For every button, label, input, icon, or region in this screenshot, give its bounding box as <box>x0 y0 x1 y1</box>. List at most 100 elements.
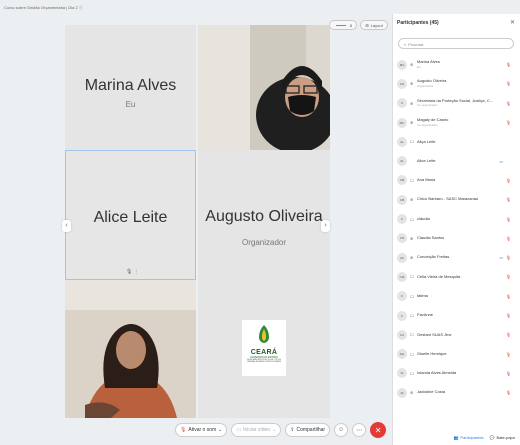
next-page-arrow[interactable]: › <box>321 220 330 232</box>
layout-grid-icon: ⊞ <box>365 22 369 28</box>
start-video-button[interactable]: ▭ Iniciar vídeo ⌄ <box>231 423 282 437</box>
participant-role: Eu <box>417 64 421 69</box>
zoom-slider-icon <box>336 25 346 26</box>
device-icon: ☐ <box>410 139 414 145</box>
tile-subtitle: Organizador <box>241 238 287 247</box>
video-tile-marina[interactable]: Marina Alves Eu <box>65 25 196 157</box>
mic-muted-icon: 🎙 <box>505 197 511 203</box>
device-icon: ⊕ <box>410 100 414 106</box>
mic-muted-icon: 🎙 <box>180 427 187 433</box>
logo-subtitle: GOVERNO DO ESTADO <box>249 356 278 359</box>
video-on-icon: ▭ <box>499 158 503 164</box>
participant-name: Célia Vieira de Mesquita <box>417 273 461 279</box>
participant-row[interactable]: MA ⊕ Marina Alves Eu 🎙 <box>397 55 517 74</box>
ceara-logo: CEARÁ GOVERNO DO ESTADO SECRETARIA DA PR… <box>242 320 286 376</box>
leave-meeting-button[interactable]: ✕ <box>370 422 387 438</box>
participant-name: Aliça Leite <box>417 138 436 144</box>
participant-row[interactable]: AL Alice Leite ▭ <box>397 151 517 170</box>
chat-icon: 💬 <box>489 434 495 440</box>
video-icon: ▭ <box>236 427 242 433</box>
participant-info: Aliça Leite <box>417 138 436 145</box>
zoom-value: 8 <box>349 23 352 28</box>
share-button[interactable]: ⇪ Compartilhar <box>285 423 331 437</box>
participant-row[interactable]: CF ⊕ Conceição Freitas 🎙 ▭ <box>397 248 517 267</box>
participant-row[interactable]: AM ☐ Ana Maria 🎙 <box>397 171 517 190</box>
panel-close-button[interactable]: ✕ <box>510 19 515 26</box>
device-icon: ⊕ <box>410 62 414 68</box>
device-icon: ☐ <box>410 351 414 357</box>
zoom-control[interactable]: 8 <box>329 20 357 30</box>
participant-row[interactable]: F ☐ fatima 🎙 <box>397 287 517 306</box>
participant-list: MA ⊕ Marina Alves Eu 🎙 AO ⊕ Augusto Oliveira Org… <box>397 55 517 402</box>
avatar: CF <box>397 252 407 263</box>
video-tile-logo[interactable]: CEARÁ GOVERNO DO ESTADO SECRETARIA DA PR… <box>198 280 330 418</box>
avatar: S <box>397 98 407 109</box>
participant-search-input[interactable]: ⌕ Procurar <box>398 38 514 49</box>
more-options-button[interactable]: ⋯ <box>352 423 367 437</box>
device-icon: ☐ <box>410 274 414 280</box>
mic-muted-icon: 🎙 <box>505 216 511 222</box>
participant-row[interactable]: CM ☐ Célia Vieira de Mesquita 🎙 <box>397 267 517 286</box>
participant-row[interactable]: S ⊕ Secretaria da Proteção Social, Justiça… <box>397 94 517 113</box>
participant-name: Chico Barbaro - SASC Maracanaú <box>417 196 479 202</box>
avatar: CB <box>397 194 407 205</box>
camera-feed-image <box>65 280 196 418</box>
participant-row[interactable]: GH ☐ Giselle Henrique 🎙 <box>397 344 517 363</box>
participant-info: Augusto Oliveira Organizador <box>417 79 446 88</box>
tile-subtitle: Eu <box>125 100 136 109</box>
prev-page-arrow[interactable]: ‹ <box>62 220 71 232</box>
mic-muted-icon: 🎙 <box>505 351 511 357</box>
avatar: CM <box>397 271 407 282</box>
participant-row[interactable]: JC ⊕ Jacksline Costa 🎙 <box>397 383 517 402</box>
avatar: JC <box>397 387 407 398</box>
video-tile-alice[interactable]: Alice Leite 🎙 ⋮ <box>65 150 196 280</box>
device-icon: ⊕ <box>410 81 414 87</box>
participant-info: Conceição Freitas <box>417 255 449 260</box>
mic-muted-icon: 🎙 <box>505 255 511 261</box>
mic-muted-icon: 🎙 <box>505 274 511 280</box>
participant-row[interactable]: AO ⊕ Augusto Oliveira Organizador 🎙 <box>397 74 517 93</box>
reactions-button[interactable]: ☺ <box>334 423 349 437</box>
avatar: F <box>397 291 407 302</box>
mic-muted-icon: 🎙 <box>505 332 511 338</box>
unmute-button[interactable]: 🎙 Ativar o som ⌄ <box>175 423 228 437</box>
participant-info: Iolanda Alves Almeida <box>417 371 456 376</box>
search-placeholder: Procurar <box>408 42 424 47</box>
participant-row[interactable]: GJ ☐ Gestant SUAS Jbvr 🎙 <box>397 325 517 344</box>
chat-tab[interactable]: 💬 Bate-papo <box>490 435 515 440</box>
mic-muted-icon: 🎙 <box>505 370 511 376</box>
participants-tab[interactable]: 👥 Participantes <box>453 435 483 440</box>
participant-info: Marina Alves Eu <box>417 60 440 69</box>
participant-row[interactable]: AL ☐ Aliça Leite <box>397 132 517 151</box>
participant-name: cláudia <box>417 215 430 221</box>
participant-info: Claudia Santos <box>417 236 444 241</box>
participant-name: Iolanda Alves Almeida <box>417 370 457 376</box>
avatar: CS <box>397 233 407 244</box>
avatar: AL <box>397 136 407 147</box>
participant-row[interactable]: IA ☐ Iolanda Alves Almeida 🎙 <box>397 364 517 383</box>
device-icon: ⊕ <box>410 197 414 203</box>
avatar: MC <box>397 117 407 128</box>
participant-row[interactable]: MC ⊕ Magaly de Castro Co-organizador 🎙 <box>397 113 517 132</box>
video-on-icon: ▭ <box>499 255 503 261</box>
participant-row[interactable]: C ☐ cláudia 🎙 <box>397 209 517 228</box>
device-icon: ☐ <box>410 332 414 338</box>
participant-name: Giselle Henrique <box>417 350 447 356</box>
video-tile-augusto[interactable]: Augusto Oliveira Organizador <box>198 150 330 280</box>
layout-button[interactable]: ⊞ Layout <box>360 20 388 30</box>
video-tile-camera-woman-mask[interactable] <box>198 25 330 157</box>
mic-muted-icon: 🎙 <box>505 62 511 68</box>
chat-tab-label: Bate-papo <box>496 434 515 440</box>
participant-row[interactable]: CS ⊕ Claudia Santos 🎙 <box>397 229 517 248</box>
unmute-label: Ativar o som <box>188 427 217 433</box>
participant-row[interactable]: F ☐ FavAnne 🎙 <box>397 306 517 325</box>
video-tile-camera-woman[interactable] <box>65 280 196 418</box>
mic-muted-icon: 🎙 <box>505 235 511 241</box>
participant-info: Ana Maria <box>417 178 435 183</box>
participant-row[interactable]: CB ⊕ Chico Barbaro - SASC Maracanaú 🎙 <box>397 190 517 209</box>
logo-title: CEARÁ <box>250 349 278 356</box>
avatar: GJ <box>397 329 407 340</box>
participant-name: Gestant SUAS Jbvr <box>417 331 452 337</box>
mic-muted-icon: 🎙 <box>505 177 511 183</box>
reaction-icon: ☺ <box>338 427 345 433</box>
